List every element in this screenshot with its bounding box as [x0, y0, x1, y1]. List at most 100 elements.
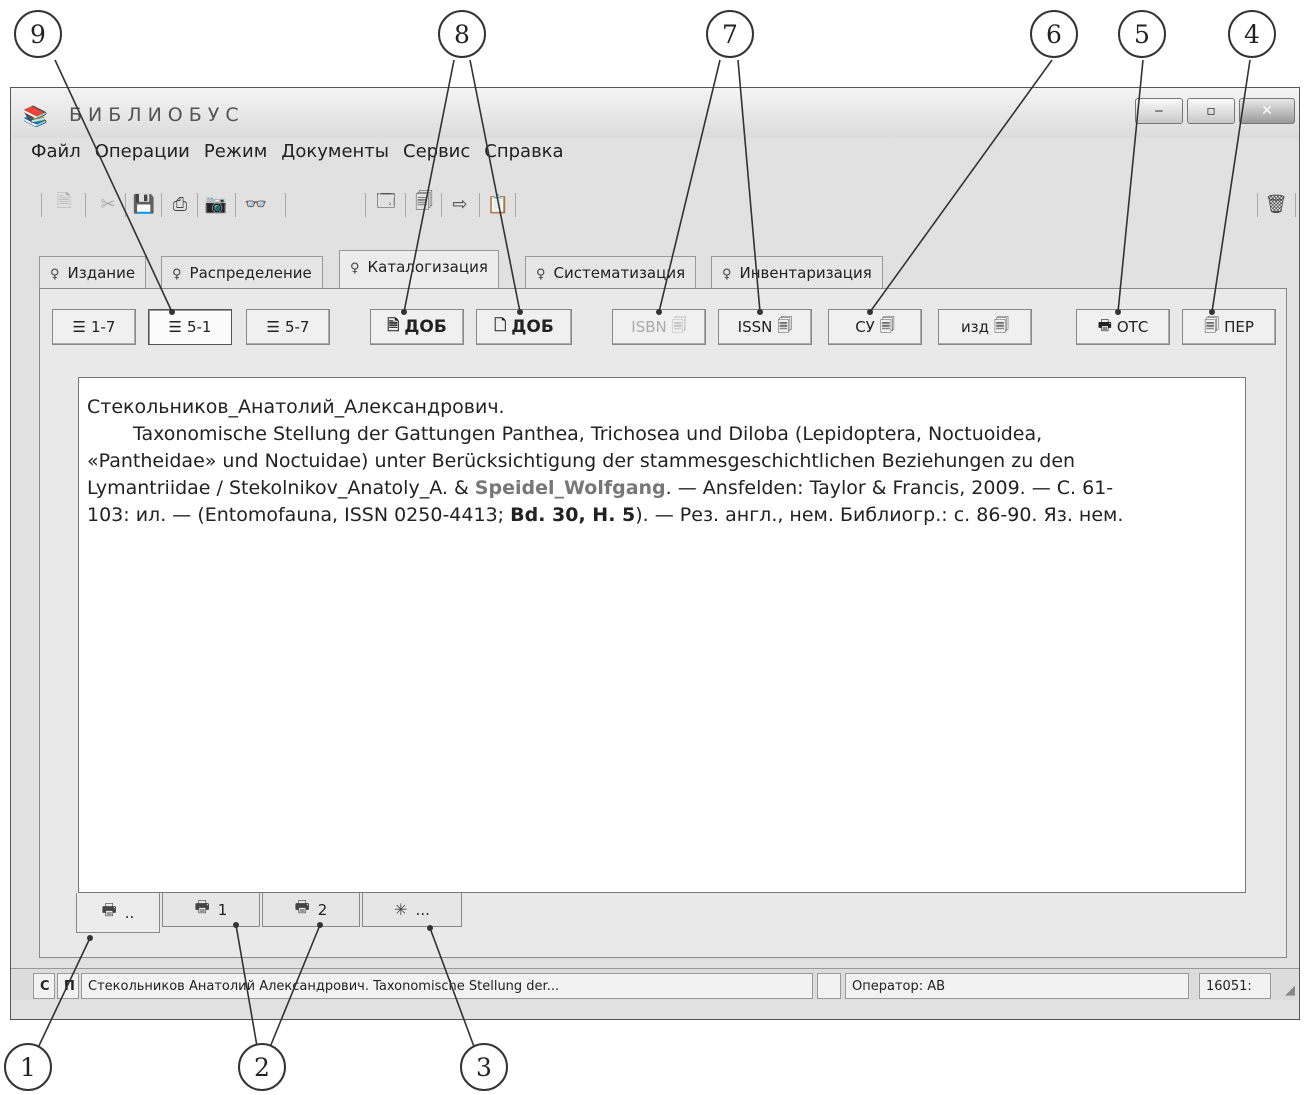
- menu-service[interactable]: Сервис: [403, 141, 470, 169]
- lookup-icon: 🗐: [671, 315, 687, 334]
- minimize-button[interactable]: ‒: [1135, 98, 1183, 124]
- button-label: ДОБ: [404, 317, 447, 337]
- trash-icon[interactable]: 🗑: [1263, 191, 1289, 217]
- clipboard-icon[interactable]: 📋: [485, 191, 511, 217]
- tab-cataloging[interactable]: ♀ Каталогизация: [339, 250, 499, 290]
- tab-distribution[interactable]: ♀ Распределение: [161, 256, 323, 288]
- status-p: П: [57, 973, 79, 999]
- record-text: 103: ил. — (Entomofauna, ISSN 0250-4413;: [87, 504, 511, 526]
- status-empty-cell: [817, 973, 841, 999]
- record-volume: Bd. 30, H. 5: [510, 504, 636, 526]
- record-text-area[interactable]: Стекольников_Анатолий_Александрович. Tax…: [78, 377, 1246, 893]
- button-label: 5-1: [186, 318, 212, 336]
- cataloging-panel: ☰ 1-7 ☰ 5-1 ☰ 5-7 🗎 ДОБ 🗋 ДОБ ISBN 🗐 ISSN 🗐 СУ 🗐…: [39, 288, 1287, 958]
- export-icon[interactable]: ⇨: [447, 191, 473, 217]
- isbn-button[interactable]: ISBN 🗐: [612, 309, 706, 345]
- copy-doc-icon[interactable]: 🗐: [411, 191, 437, 217]
- toolbar: 🗎 ✂ 💾 ⎙ 📷 👓 🗔 🗐 ⇨ 📋 🗑: [21, 183, 1296, 223]
- record-tab-2[interactable]: 🖶 2: [262, 893, 360, 927]
- status-bar: С П Стекольников Анатолий Александрович.…: [11, 968, 1299, 1000]
- record-coauthor: Speidel_Wolfgang: [474, 477, 666, 499]
- menu-help[interactable]: Справка: [484, 141, 563, 169]
- menu-documents[interactable]: Документы: [281, 141, 389, 169]
- cut-icon[interactable]: ✂: [95, 191, 121, 217]
- button-label: ПЕР: [1224, 318, 1254, 336]
- button-label: СУ: [855, 318, 875, 336]
- close-button[interactable]: ✕: [1239, 98, 1295, 124]
- bulb-icon: ♀: [350, 261, 360, 276]
- menu-operations[interactable]: Операции: [95, 141, 190, 169]
- button-label: ISBN: [631, 318, 667, 336]
- lookup-icon: 🗐: [879, 315, 895, 334]
- binoculars-icon[interactable]: 👓: [243, 191, 269, 217]
- bulb-icon: ♀: [50, 267, 60, 282]
- tab-label: Издание: [67, 264, 136, 282]
- publisher-button[interactable]: изд 🗐: [938, 309, 1032, 345]
- record-body-line: 103: ил. — (Entomofauna, ISSN 0250-4413;…: [87, 502, 1237, 529]
- button-label: 1-7: [90, 318, 116, 336]
- status-record-text: Стекольников Анатолий Александрович. Tax…: [81, 973, 813, 999]
- tab-systematization[interactable]: ♀ Систематизация: [525, 256, 697, 288]
- su-button[interactable]: СУ 🗐: [828, 309, 922, 345]
- new-doc-icon[interactable]: 🗎: [51, 191, 77, 217]
- status-number: 16051:: [1199, 973, 1271, 999]
- callout-7: 7: [706, 10, 754, 58]
- list-icon: ☰: [72, 318, 86, 336]
- tab-label: ...: [415, 900, 430, 919]
- save-icon[interactable]: 💾: [131, 191, 157, 217]
- callout-3: 3: [460, 1043, 508, 1091]
- bulb-icon: ♀: [536, 267, 546, 282]
- card-icon[interactable]: 🗔: [373, 191, 399, 217]
- resize-grip-icon[interactable]: ◢: [1285, 983, 1295, 998]
- record-tab-new[interactable]: ✳...: [362, 893, 462, 927]
- printer-doc-icon: 🖶: [194, 897, 210, 916]
- bulb-icon: ♀: [722, 267, 732, 282]
- window-title: БИБЛИОБУС: [69, 104, 245, 126]
- record-tab-main[interactable]: 🖶..: [76, 893, 160, 933]
- lookup-icon: 🗐: [777, 315, 793, 334]
- callout-6: 6: [1030, 10, 1078, 58]
- record-author: Стекольников_Анатолий_Александрович.: [87, 396, 505, 418]
- status-c: С: [33, 973, 55, 999]
- add-entry-filled-button[interactable]: 🗎 ДОБ: [370, 309, 464, 345]
- tab-label: Каталогизация: [367, 258, 488, 276]
- ots-button[interactable]: 🖶 ОТС: [1076, 309, 1170, 345]
- per-button[interactable]: 🗐 ПЕР: [1182, 309, 1276, 345]
- tab-label: Инвентаризация: [739, 264, 872, 282]
- tab-inventory[interactable]: ♀ Инвентаризация: [711, 256, 883, 288]
- status-operator: Оператор: АВ: [845, 973, 1189, 999]
- format-5-7-button[interactable]: ☰ 5-7: [246, 309, 330, 345]
- button-label: изд: [960, 318, 990, 336]
- transfer-icon: 🗐: [1204, 315, 1220, 334]
- format-5-1-button[interactable]: ☰ 5-1: [148, 309, 232, 345]
- tab-label: 1: [217, 900, 228, 919]
- button-label: 5-7: [284, 318, 310, 336]
- issn-button[interactable]: ISSN 🗐: [718, 309, 812, 345]
- format-1-7-button[interactable]: ☰ 1-7: [52, 309, 136, 345]
- menu-file[interactable]: Файл: [31, 141, 81, 169]
- record-text: Lymantriidae / Stekolnikov_Anatoly_A. &: [87, 477, 475, 499]
- books-icon: 📚: [23, 104, 48, 128]
- button-label: ДОБ: [511, 317, 554, 337]
- maximize-button[interactable]: ▫: [1187, 98, 1235, 124]
- tab-label: Систематизация: [553, 264, 686, 282]
- callout-1: 1: [4, 1043, 52, 1091]
- record-text: ). — Рез. англ., нем. Библиогр.: с. 86-9…: [635, 504, 1124, 526]
- camera-icon[interactable]: 📷: [203, 191, 229, 217]
- sparkle-icon: ✳: [394, 900, 408, 919]
- title-bar[interactable]: 📚 БИБЛИОБУС ‒ ▫ ✕: [11, 88, 1299, 138]
- record-tab-1[interactable]: 🖶 1: [162, 893, 260, 927]
- printer-doc-icon: 🖶: [101, 900, 117, 919]
- tab-edition[interactable]: ♀ Издание: [39, 256, 147, 288]
- bulb-icon: ♀: [172, 267, 182, 282]
- record-text: . — Ansfelden: Taylor & Francis, 2009. —…: [665, 477, 1114, 499]
- add-entry-blank-button[interactable]: 🗋 ДОБ: [476, 309, 572, 345]
- tab-label: ..: [124, 903, 135, 922]
- print-icon[interactable]: ⎙: [167, 191, 193, 217]
- callout-5: 5: [1118, 10, 1166, 58]
- callout-2: 2: [238, 1043, 286, 1091]
- tab-label: 2: [317, 900, 328, 919]
- app-window: 📚 БИБЛИОБУС ‒ ▫ ✕ Файл Операции Режим До…: [10, 87, 1300, 1020]
- menu-mode[interactable]: Режим: [204, 141, 267, 169]
- printer-doc-icon: 🖶: [294, 897, 310, 916]
